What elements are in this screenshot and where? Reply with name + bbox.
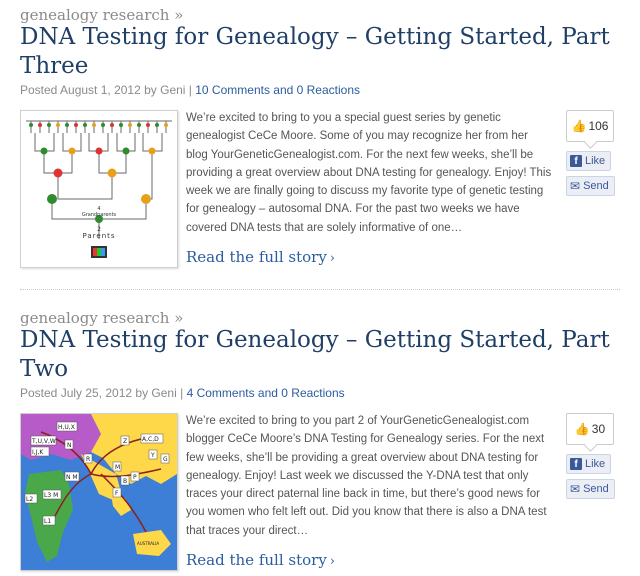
envelope-icon: ✉ xyxy=(570,482,581,496)
post-title[interactable]: DNA Testing for Genealogy – Getting Star… xyxy=(20,326,630,384)
read-more-label: Read the full story xyxy=(186,551,327,569)
map-label-14: L1 xyxy=(44,518,51,525)
post-category[interactable]: genealogy research » xyxy=(20,309,183,327)
chevron-right-icon: › xyxy=(329,251,335,266)
comments-link[interactable]: 10 Comments and 0 Reactions xyxy=(195,83,360,97)
post-category[interactable]: genealogy research » xyxy=(20,6,183,24)
post-excerpt: We’re excited to bring to you part 2 of … xyxy=(186,415,547,537)
like-count: 106 xyxy=(588,119,609,133)
family-tree-image: 4 Grandparents 2 Parents xyxy=(26,120,172,258)
map-label-12: L2 xyxy=(26,496,33,503)
facebook-like-button[interactable]: f Like xyxy=(566,151,612,171)
map-label-15: N M xyxy=(66,474,78,481)
map-label-1: T,U,V,W xyxy=(31,438,56,445)
comments-link[interactable]: 4 Comments and 0 Reactions xyxy=(187,386,345,400)
map-label-8: G xyxy=(163,456,168,463)
facebook-like-button[interactable]: f Like xyxy=(566,454,612,474)
map-label-17: AUSTRALIA xyxy=(137,541,159,546)
post-thumbnail-family-tree[interactable]: 4 Grandparents 2 Parents xyxy=(20,110,178,268)
post-divider xyxy=(20,289,620,290)
send-button[interactable]: ✉ Send xyxy=(566,176,615,196)
post-meta: Posted July 25, 2012 by Geni | 4 Comment… xyxy=(20,386,345,400)
thumb-label-grandparents: Grandparents xyxy=(82,212,117,218)
map-label-2: I,J,K xyxy=(32,449,44,456)
map-label-9: Y xyxy=(150,452,155,459)
like-count-box: 👍 30 xyxy=(566,413,614,445)
thumbs-up-icon: 👍 xyxy=(574,422,590,436)
like-label: Like xyxy=(585,458,606,470)
map-label-13: L3 M xyxy=(44,492,58,499)
like-label: Like xyxy=(585,155,606,167)
map-label-7: M xyxy=(115,464,120,471)
map-label-5: A,C,D xyxy=(142,436,159,443)
post-title[interactable]: DNA Testing for Genealogy – Getting Star… xyxy=(20,23,630,81)
like-count-box: 👍 106 xyxy=(566,110,614,142)
map-label-0: H,U,X xyxy=(58,424,75,431)
map-label-4: R xyxy=(86,456,90,463)
map-label-3: N xyxy=(67,442,72,449)
thumbs-up-icon: 👍 xyxy=(571,119,587,133)
post-excerpt: We’re excited to bring to you a special … xyxy=(186,112,552,234)
post-meta: Posted August 1, 2012 by Geni | 10 Comme… xyxy=(20,83,360,97)
chevron-right-icon: › xyxy=(329,554,335,569)
facebook-icon: f xyxy=(570,458,582,470)
post-date-author: Posted July 25, 2012 by Geni | xyxy=(20,386,187,400)
envelope-icon: ✉ xyxy=(570,179,581,193)
migration-map-image: H,U,X T,U,V,W I,J,K N R A,C,D Z M G Y B … xyxy=(21,414,177,570)
post-date-author: Posted August 1, 2012 by Geni | xyxy=(20,83,196,97)
thumb-label-parents: Parents xyxy=(82,232,115,240)
map-label-11: F xyxy=(115,490,119,497)
read-more-link[interactable]: Read the full story › xyxy=(186,551,335,569)
map-label-10: B xyxy=(123,478,127,485)
map-label-6: Z xyxy=(123,438,127,445)
send-label: Send xyxy=(583,180,609,192)
map-label-16: P xyxy=(133,474,137,481)
read-more-label: Read the full story xyxy=(186,248,327,266)
facebook-icon: f xyxy=(570,155,582,167)
read-more-link[interactable]: Read the full story › xyxy=(186,248,335,266)
like-count: 30 xyxy=(591,422,606,436)
send-label: Send xyxy=(583,483,609,495)
send-button[interactable]: ✉ Send xyxy=(566,479,615,499)
post-thumbnail-migration-map[interactable]: H,U,X T,U,V,W I,J,K N R A,C,D Z M G Y B … xyxy=(20,413,178,571)
